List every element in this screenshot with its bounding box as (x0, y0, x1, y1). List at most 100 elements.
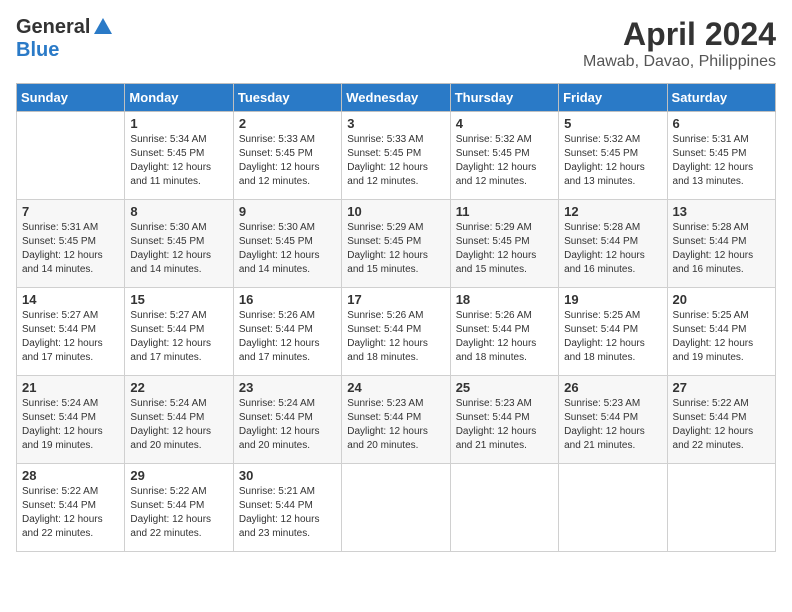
day-info: Sunrise: 5:22 AM Sunset: 5:44 PM Dayligh… (22, 485, 119, 541)
day-info: Sunrise: 5:30 AM Sunset: 5:45 PM Dayligh… (239, 221, 336, 277)
day-info: Sunrise: 5:32 AM Sunset: 5:45 PM Dayligh… (456, 133, 553, 189)
calendar-cell (342, 464, 450, 552)
day-info: Sunrise: 5:23 AM Sunset: 5:44 PM Dayligh… (456, 397, 553, 453)
day-info: Sunrise: 5:23 AM Sunset: 5:44 PM Dayligh… (347, 397, 444, 453)
day-info: Sunrise: 5:25 AM Sunset: 5:44 PM Dayligh… (564, 309, 661, 365)
day-info: Sunrise: 5:30 AM Sunset: 5:45 PM Dayligh… (130, 221, 227, 277)
logo-icon (92, 16, 114, 38)
calendar-cell: 10Sunrise: 5:29 AM Sunset: 5:45 PM Dayli… (342, 200, 450, 288)
day-number: 15 (130, 292, 227, 307)
day-info: Sunrise: 5:28 AM Sunset: 5:44 PM Dayligh… (673, 221, 770, 277)
logo-blue-text: Blue (16, 39, 59, 61)
logo: General Blue (16, 16, 114, 62)
calendar-cell: 1 Sunrise: 5:34 AM Sunset: 5:45 PM Daylig… (125, 112, 233, 200)
day-number: 27 (673, 380, 770, 395)
calendar-cell: 23Sunrise: 5:24 AM Sunset: 5:44 PM Dayli… (233, 376, 341, 464)
week-row-3: 14 Sunrise: 5:27 AM Sunset: 5:44 PM Dayli… (17, 288, 776, 376)
calendar-cell: 3Sunrise: 5:33 AM Sunset: 5:45 PM Daylig… (342, 112, 450, 200)
day-info: Sunrise: 5:22 AM Sunset: 5:44 PM Dayligh… (130, 485, 227, 541)
header: General Blue April 2024 Mawab, Davao, Ph… (16, 16, 776, 71)
calendar-cell: 17 Sunrise: 5:26 AM Sunset: 5:44 PM Dayli… (342, 288, 450, 376)
day-number: 2 (239, 116, 336, 131)
day-number: 25 (456, 380, 553, 395)
title-area: April 2024 Mawab, Davao, Philippines (583, 16, 776, 71)
calendar-cell: 29Sunrise: 5:22 AM Sunset: 5:44 PM Dayli… (125, 464, 233, 552)
week-row-1: 1 Sunrise: 5:34 AM Sunset: 5:45 PM Daylig… (17, 112, 776, 200)
location-title: Mawab, Davao, Philippines (583, 53, 776, 71)
calendar-cell: 21 Sunrise: 5:24 AM Sunset: 5:44 PM Dayli… (17, 376, 125, 464)
day-number: 19 (564, 292, 661, 307)
calendar-table: SundayMondayTuesdayWednesdayThursdayFrid… (16, 83, 776, 552)
month-title: April 2024 (583, 16, 776, 53)
day-info: Sunrise: 5:26 AM Sunset: 5:44 PM Dayligh… (347, 309, 444, 365)
day-number: 11 (456, 204, 553, 219)
day-number: 24 (347, 380, 444, 395)
day-info: Sunrise: 5:28 AM Sunset: 5:44 PM Dayligh… (564, 221, 661, 277)
day-info: Sunrise: 5:33 AM Sunset: 5:45 PM Dayligh… (347, 133, 444, 189)
day-number: 16 (239, 292, 336, 307)
calendar-cell: 7 Sunrise: 5:31 AM Sunset: 5:45 PM Daylig… (17, 200, 125, 288)
day-number: 8 (130, 204, 227, 219)
calendar-cell: 4Sunrise: 5:32 AM Sunset: 5:45 PM Daylig… (450, 112, 558, 200)
day-info: Sunrise: 5:26 AM Sunset: 5:44 PM Dayligh… (239, 309, 336, 365)
calendar-cell: 13 Sunrise: 5:28 AM Sunset: 5:44 PM Dayli… (667, 200, 775, 288)
day-number: 26 (564, 380, 661, 395)
day-number: 30 (239, 468, 336, 483)
logo-general-text: General (16, 16, 90, 39)
day-info: Sunrise: 5:24 AM Sunset: 5:44 PM Dayligh… (22, 397, 119, 453)
day-number: 14 (22, 292, 119, 307)
day-number: 9 (239, 204, 336, 219)
weekday-header-tuesday: Tuesday (233, 84, 341, 112)
day-number: 13 (673, 204, 770, 219)
calendar-cell: 9 Sunrise: 5:30 AM Sunset: 5:45 PM Daylig… (233, 200, 341, 288)
calendar-cell: 20 Sunrise: 5:25 AM Sunset: 5:44 PM Dayli… (667, 288, 775, 376)
week-row-4: 21 Sunrise: 5:24 AM Sunset: 5:44 PM Dayli… (17, 376, 776, 464)
calendar-cell: 22Sunrise: 5:24 AM Sunset: 5:44 PM Dayli… (125, 376, 233, 464)
calendar-cell: 5Sunrise: 5:32 AM Sunset: 5:45 PM Daylig… (559, 112, 667, 200)
calendar-cell: 26 Sunrise: 5:23 AM Sunset: 5:44 PM Dayli… (559, 376, 667, 464)
calendar-cell: 11 Sunrise: 5:29 AM Sunset: 5:45 PM Dayli… (450, 200, 558, 288)
weekday-header-row: SundayMondayTuesdayWednesdayThursdayFrid… (17, 84, 776, 112)
calendar-cell: 27 Sunrise: 5:22 AM Sunset: 5:44 PM Dayli… (667, 376, 775, 464)
day-number: 22 (130, 380, 227, 395)
day-number: 17 (347, 292, 444, 307)
calendar-cell: 12Sunrise: 5:28 AM Sunset: 5:44 PM Dayli… (559, 200, 667, 288)
day-number: 28 (22, 468, 119, 483)
calendar-cell (559, 464, 667, 552)
calendar-cell: 6 Sunrise: 5:31 AM Sunset: 5:45 PM Daylig… (667, 112, 775, 200)
calendar-cell: 8 Sunrise: 5:30 AM Sunset: 5:45 PM Daylig… (125, 200, 233, 288)
calendar-cell: 28 Sunrise: 5:22 AM Sunset: 5:44 PM Dayli… (17, 464, 125, 552)
day-info: Sunrise: 5:21 AM Sunset: 5:44 PM Dayligh… (239, 485, 336, 541)
calendar-cell: 19 Sunrise: 5:25 AM Sunset: 5:44 PM Dayli… (559, 288, 667, 376)
day-info: Sunrise: 5:33 AM Sunset: 5:45 PM Dayligh… (239, 133, 336, 189)
calendar-cell: 18 Sunrise: 5:26 AM Sunset: 5:44 PM Dayli… (450, 288, 558, 376)
calendar-cell: 14 Sunrise: 5:27 AM Sunset: 5:44 PM Dayli… (17, 288, 125, 376)
day-info: Sunrise: 5:31 AM Sunset: 5:45 PM Dayligh… (673, 133, 770, 189)
calendar-cell: 25 Sunrise: 5:23 AM Sunset: 5:44 PM Dayli… (450, 376, 558, 464)
calendar-cell (17, 112, 125, 200)
day-number: 7 (22, 204, 119, 219)
calendar-cell: 24 Sunrise: 5:23 AM Sunset: 5:44 PM Dayli… (342, 376, 450, 464)
day-info: Sunrise: 5:25 AM Sunset: 5:44 PM Dayligh… (673, 309, 770, 365)
day-info: Sunrise: 5:34 AM Sunset: 5:45 PM Dayligh… (130, 133, 227, 189)
day-info: Sunrise: 5:22 AM Sunset: 5:44 PM Dayligh… (673, 397, 770, 453)
day-info: Sunrise: 5:23 AM Sunset: 5:44 PM Dayligh… (564, 397, 661, 453)
day-number: 18 (456, 292, 553, 307)
day-info: Sunrise: 5:32 AM Sunset: 5:45 PM Dayligh… (564, 133, 661, 189)
day-number: 1 (130, 116, 227, 131)
calendar-cell: 30 Sunrise: 5:21 AM Sunset: 5:44 PM Dayli… (233, 464, 341, 552)
day-info: Sunrise: 5:29 AM Sunset: 5:45 PM Dayligh… (456, 221, 553, 277)
day-info: Sunrise: 5:27 AM Sunset: 5:44 PM Dayligh… (22, 309, 119, 365)
day-info: Sunrise: 5:26 AM Sunset: 5:44 PM Dayligh… (456, 309, 553, 365)
day-number: 20 (673, 292, 770, 307)
weekday-header-sunday: Sunday (17, 84, 125, 112)
calendar-cell: 2 Sunrise: 5:33 AM Sunset: 5:45 PM Daylig… (233, 112, 341, 200)
day-number: 21 (22, 380, 119, 395)
day-info: Sunrise: 5:27 AM Sunset: 5:44 PM Dayligh… (130, 309, 227, 365)
week-row-5: 28 Sunrise: 5:22 AM Sunset: 5:44 PM Dayli… (17, 464, 776, 552)
day-number: 6 (673, 116, 770, 131)
day-info: Sunrise: 5:31 AM Sunset: 5:45 PM Dayligh… (22, 221, 119, 277)
week-row-2: 7 Sunrise: 5:31 AM Sunset: 5:45 PM Daylig… (17, 200, 776, 288)
weekday-header-thursday: Thursday (450, 84, 558, 112)
day-number: 23 (239, 380, 336, 395)
